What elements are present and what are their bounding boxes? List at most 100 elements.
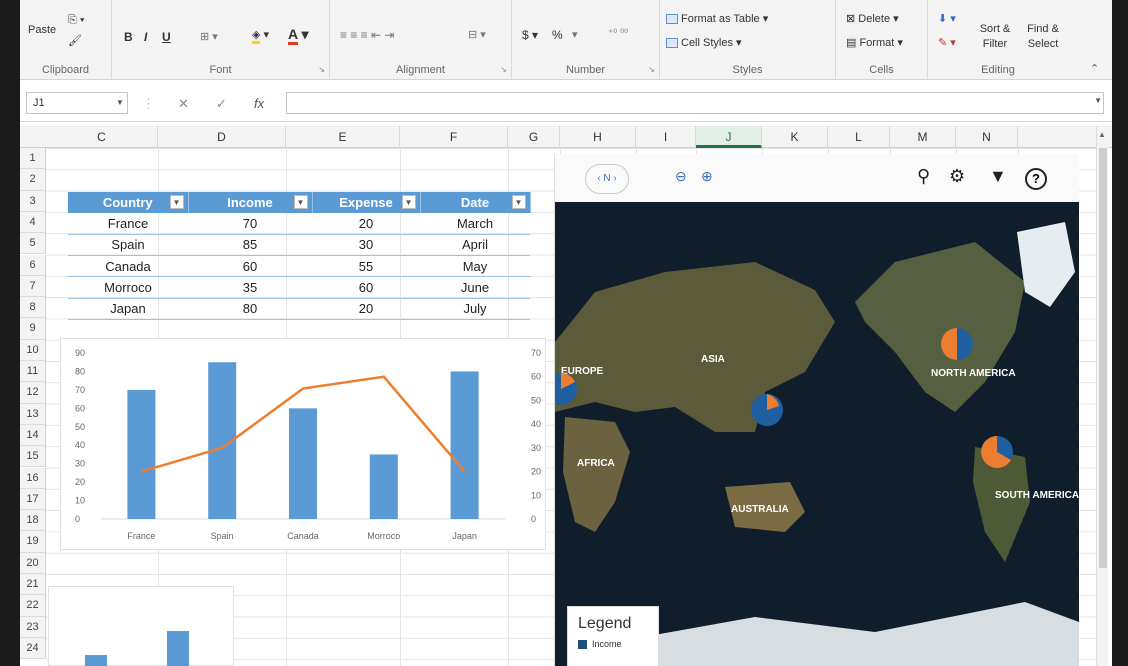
- table-cell[interactable]: 20: [312, 213, 420, 235]
- table-cell[interactable]: 20: [312, 298, 420, 320]
- column-header-f[interactable]: F: [400, 126, 508, 148]
- column-header-l[interactable]: L: [828, 126, 890, 148]
- align-icons[interactable]: ≡ ≡ ≡ ⇤ ⇥: [340, 28, 394, 42]
- row-header-20[interactable]: 20: [20, 552, 46, 574]
- collapse-ribbon-icon[interactable]: ⌃: [1090, 62, 1099, 75]
- drag-handle-icon[interactable]: ⋮: [142, 96, 155, 112]
- copy-icon[interactable]: ⎘ ▾: [68, 14, 84, 27]
- row-header-14[interactable]: 14: [20, 424, 46, 447]
- font-color-icon[interactable]: A ▾: [288, 26, 309, 45]
- column-header-i[interactable]: I: [636, 126, 696, 148]
- row-header-6[interactable]: 6: [20, 254, 46, 276]
- column-header-j[interactable]: J: [696, 126, 762, 148]
- table-cell[interactable]: March: [420, 213, 530, 235]
- row-header-8[interactable]: 8: [20, 297, 46, 319]
- table-cell[interactable]: 70: [188, 213, 312, 235]
- table-cell[interactable]: 30: [312, 234, 420, 257]
- find-select-button[interactable]: Find & Select: [1020, 22, 1066, 52]
- format-as-table-button[interactable]: Format as Table ▾: [666, 12, 768, 25]
- underline-button[interactable]: U: [162, 30, 171, 44]
- column-header-k[interactable]: K: [762, 126, 828, 148]
- row-header-15[interactable]: 15: [20, 446, 46, 468]
- table-cell[interactable]: 35: [188, 276, 312, 299]
- table-cell[interactable]: Spain: [68, 234, 188, 257]
- font-launcher-icon[interactable]: ↘: [318, 65, 325, 74]
- row-header-24[interactable]: 24: [20, 637, 46, 660]
- row-header-10[interactable]: 10: [20, 339, 46, 361]
- column-header-n[interactable]: N: [956, 126, 1018, 148]
- column-header-d[interactable]: D: [158, 126, 286, 148]
- map-panel[interactable]: ‹ N › ⊖ ⊕ ⚲ ⚙ ▼ ? EUROPE ASIA AFRICA AUS…: [554, 154, 1079, 666]
- cell-styles-button[interactable]: Cell Styles ▾: [666, 36, 742, 49]
- scroll-thumb[interactable]: [1099, 148, 1107, 568]
- table-cell[interactable]: Japan: [68, 298, 188, 320]
- table-cell[interactable]: 60: [188, 255, 312, 278]
- scroll-up-icon[interactable]: ▲: [1098, 130, 1106, 139]
- filter-dropdown-icon[interactable]: ▼: [511, 195, 526, 209]
- table-header-expense[interactable]: Expense ▼: [312, 192, 421, 213]
- row-header-19[interactable]: 19: [20, 531, 46, 553]
- table-cell[interactable]: June: [420, 276, 530, 299]
- table-header-date[interactable]: Date ▼: [420, 192, 531, 213]
- table-cell[interactable]: 80: [188, 298, 312, 320]
- row-header-21[interactable]: 21: [20, 574, 46, 596]
- delete-button[interactable]: ⊠ Delete ▾: [846, 12, 899, 25]
- zoom-in-icon[interactable]: ⊕: [701, 168, 713, 185]
- expand-formula-icon[interactable]: ▼: [1094, 96, 1102, 105]
- combo-chart[interactable]: 90 80 70 60 50 40 30 20 10 0 70 60 50 40 30 20 10 0 France…: [60, 338, 546, 550]
- help-icon[interactable]: ?: [1025, 168, 1047, 190]
- table-cell[interactable]: May: [420, 255, 530, 278]
- formula-input[interactable]: [286, 92, 1104, 114]
- name-box[interactable]: J1: [26, 92, 128, 114]
- clear-icon[interactable]: ✎ ▾: [938, 36, 956, 49]
- number-launcher-icon[interactable]: ↘: [648, 65, 655, 74]
- row-header-16[interactable]: 16: [20, 467, 46, 489]
- alignment-launcher-icon[interactable]: ↘: [500, 65, 507, 74]
- table-header-income[interactable]: Income ▼: [188, 192, 313, 213]
- row-header-3[interactable]: 3: [20, 190, 46, 212]
- location-pin-icon[interactable]: ⚲: [917, 166, 930, 187]
- row-header-11[interactable]: 11: [20, 361, 46, 383]
- column-header-c[interactable]: C: [46, 126, 158, 148]
- percent-button[interactable]: %: [552, 28, 563, 42]
- vertical-scrollbar[interactable]: ▲: [1096, 126, 1108, 666]
- column-header-e[interactable]: E: [286, 126, 400, 148]
- insert-function-icon[interactable]: fx: [254, 96, 264, 111]
- comma-icon[interactable]: ▾: [572, 28, 578, 41]
- format-painter-icon[interactable]: 🖌: [68, 34, 82, 47]
- secondary-chart[interactable]: [48, 586, 234, 666]
- table-cell[interactable]: 55: [312, 255, 420, 278]
- decimal-icons[interactable]: ⁺⁰ ⁰⁰: [608, 28, 628, 39]
- compass-icon[interactable]: ‹ N ›: [585, 164, 629, 194]
- pie-marker-morroco[interactable]: [981, 436, 1013, 468]
- filter-icon[interactable]: ▼: [989, 166, 1007, 187]
- column-header-h[interactable]: H: [560, 126, 636, 148]
- table-cell[interactable]: 60: [312, 276, 420, 299]
- row-header-4[interactable]: 4: [20, 211, 46, 234]
- settings-gear-icon[interactable]: ⚙: [949, 166, 965, 187]
- table-cell[interactable]: 85: [188, 234, 312, 257]
- paste-button[interactable]: Paste: [28, 24, 56, 36]
- table-cell[interactable]: Canada: [68, 255, 188, 278]
- pie-marker-japan[interactable]: [751, 394, 783, 426]
- pie-marker-canada[interactable]: [941, 328, 973, 360]
- row-header-13[interactable]: 13: [20, 403, 46, 425]
- column-header-g[interactable]: G: [508, 126, 560, 148]
- row-header-12[interactable]: 12: [20, 382, 46, 404]
- borders-icon[interactable]: ⊞ ▾: [200, 30, 218, 43]
- column-header-m[interactable]: M: [890, 126, 956, 148]
- row-header-23[interactable]: 23: [20, 616, 46, 638]
- map-view[interactable]: EUROPE ASIA AFRICA AUSTRALIA NORTH AMERI…: [555, 202, 1079, 666]
- table-header-country[interactable]: Country ▼: [68, 192, 189, 213]
- enter-icon[interactable]: ✓: [216, 96, 227, 112]
- row-header-22[interactable]: 22: [20, 595, 46, 617]
- name-box-dropdown-icon[interactable]: ▼: [116, 98, 124, 107]
- sort-filter-button[interactable]: Sort & Filter: [974, 22, 1016, 52]
- row-header-9[interactable]: 9: [20, 318, 46, 340]
- table-cell[interactable]: July: [420, 298, 530, 320]
- filter-dropdown-icon[interactable]: ▼: [401, 195, 416, 209]
- fill-color-icon[interactable]: ◈ ▾: [252, 28, 269, 44]
- italic-button[interactable]: I: [144, 30, 147, 44]
- cancel-icon[interactable]: ✕: [178, 96, 189, 112]
- row-header-18[interactable]: 18: [20, 510, 46, 532]
